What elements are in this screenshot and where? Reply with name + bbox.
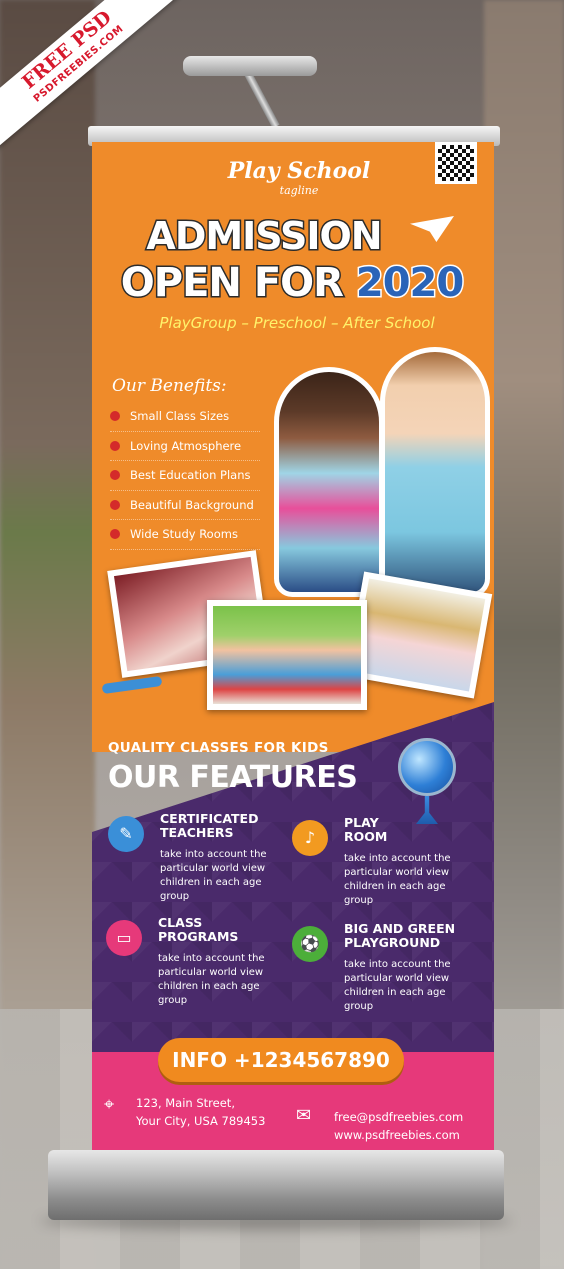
lamp-arm	[244, 71, 280, 129]
contact-email: free@psdfreebies.com	[334, 1110, 464, 1124]
boy-figure	[380, 347, 490, 597]
list-item: Small Class Sizes	[110, 402, 260, 432]
feature-desc: take into account the particular world v…	[158, 953, 265, 1006]
feature-desc: take into account the particular world v…	[160, 849, 267, 902]
globe-icon	[398, 738, 456, 796]
photo-classroom	[345, 571, 493, 699]
headline-open-for-text: OPEN FOR	[119, 259, 345, 308]
address-line: Your City, USA 789453	[136, 1114, 266, 1128]
contact-website: www.psdfreebies.com	[334, 1128, 460, 1142]
feature-desc: take into account the particular world v…	[344, 853, 451, 906]
brand-name: Play School	[227, 158, 371, 184]
lamp-head	[183, 56, 317, 76]
features-title: OUR FEATURES	[108, 760, 358, 795]
list-item: Beautiful Background	[110, 491, 260, 520]
bullet-icon	[110, 529, 120, 540]
features-kicker: QUALITY CLASSES FOR KIDS	[108, 740, 329, 756]
info-phone-pill: INFO +1234567890	[158, 1038, 404, 1082]
location-pin-icon: ⌖	[104, 1094, 115, 1115]
ball-icon: ⚽	[292, 926, 328, 962]
brand-tagline: tagline	[279, 184, 319, 197]
headline-admission: ADMISSION	[145, 213, 384, 260]
benefits-list: Small Class Sizes Loving Atmosphere Best…	[110, 402, 260, 550]
banner-stand-base	[48, 1150, 504, 1220]
info-phone: INFO +1234567890	[172, 1048, 390, 1072]
address-line: 123, Main Street,	[136, 1096, 235, 1110]
feature-title: CLASS PROGRAMS	[158, 915, 239, 944]
rollup-banner: Play School tagline ADMISSION OPEN FOR 2…	[92, 142, 494, 1152]
list-item: Wide Study Rooms	[110, 520, 260, 550]
feature-title: BIG AND GREEN PLAYGROUND	[344, 921, 456, 950]
feature-desc: take into account the particular world v…	[344, 959, 451, 1012]
headline-open-for: OPEN FOR 2020	[112, 259, 472, 308]
girl-figure	[274, 367, 384, 597]
list-item: Loving Atmosphere	[110, 432, 260, 461]
programs-line: PlayGroup – Preschool – After School	[159, 314, 435, 332]
feature-title: PLAY ROOM	[344, 815, 388, 844]
bullet-icon	[110, 499, 120, 510]
drum-icon: ♪	[292, 820, 328, 856]
bullet-icon	[110, 411, 120, 422]
address-block: 123, Main Street, Your City, USA 789453	[136, 1094, 286, 1130]
headline-year: 2020	[354, 259, 465, 308]
contact-block: free@psdfreebies.com www.psdfreebies.com	[334, 1108, 494, 1144]
benefits-title: Our Benefits:	[112, 376, 227, 396]
photo-kids-studying	[207, 600, 367, 710]
kids-photo	[262, 347, 494, 597]
list-item: Best Education Plans	[110, 461, 260, 491]
bullet-icon	[110, 440, 120, 451]
laptop-icon: ▭	[106, 920, 142, 956]
bullet-icon	[110, 470, 120, 481]
mail-icon: ✉	[296, 1105, 312, 1126]
pencil-icon: ✎	[108, 816, 144, 852]
qr-code-icon	[435, 142, 477, 184]
feature-title: CERTIFICATED TEACHERS	[160, 811, 259, 840]
